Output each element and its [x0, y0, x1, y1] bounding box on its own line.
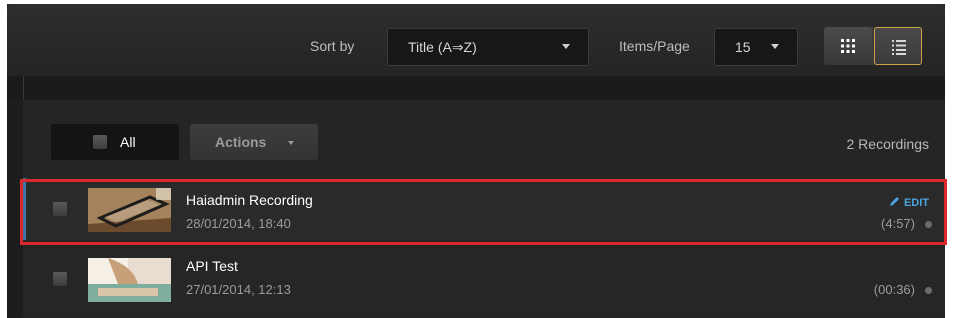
list-item[interactable]: Haiadmin Recording 28/01/2014, 18:40 EDI… [23, 178, 945, 240]
row-checkbox[interactable] [53, 272, 67, 286]
items-per-page-value: 15 [735, 39, 751, 55]
recording-date: 28/01/2014, 18:40 [186, 216, 291, 231]
view-toggle [824, 27, 922, 65]
edit-link[interactable]: EDIT [889, 196, 929, 209]
chevron-down-icon [288, 141, 294, 145]
status-dot-icon [925, 221, 932, 228]
actions-label: Actions [215, 134, 267, 150]
recordings-panel: Sort by Title (A⇒Z) Items/Page 15 All Ac… [7, 4, 945, 318]
chevron-down-icon [771, 44, 779, 49]
items-per-page-dropdown[interactable]: 15 [714, 28, 798, 66]
edit-label: EDIT [903, 197, 929, 209]
sort-dropdown-value: Title (A⇒Z) [408, 39, 477, 55]
grid-view-button[interactable] [824, 27, 872, 65]
select-all-label: All [120, 134, 136, 150]
recordings-count: 2 Recordings [846, 136, 930, 152]
actions-button[interactable]: Actions [190, 124, 318, 160]
recording-title[interactable]: API Test [186, 258, 238, 274]
select-all-checkbox[interactable] [93, 135, 107, 149]
list-view-icon [892, 40, 906, 55]
recording-thumbnail[interactable] [88, 258, 171, 302]
items-per-page-label: Items/Page [619, 38, 690, 54]
status-dot-icon [925, 287, 932, 294]
toolbar: Sort by Title (A⇒Z) Items/Page 15 [7, 4, 945, 76]
toolbar-separator [7, 76, 945, 100]
recording-date: 27/01/2014, 12:13 [186, 282, 291, 297]
sort-dropdown[interactable]: Title (A⇒Z) [387, 28, 589, 66]
recording-title[interactable]: Haiadmin Recording [186, 192, 313, 208]
recording-thumbnail[interactable] [88, 188, 171, 232]
row-checkbox[interactable] [53, 202, 67, 216]
grid-view-icon [841, 39, 855, 53]
recording-duration: (4:57) [881, 216, 915, 231]
pencil-icon [889, 197, 899, 206]
recording-duration: (00:36) [873, 282, 915, 297]
select-all-button[interactable]: All [51, 124, 179, 160]
sort-by-label: Sort by [310, 38, 355, 54]
selection-accent [23, 178, 26, 240]
divider [23, 76, 24, 100]
list-view-button[interactable] [874, 27, 922, 65]
chevron-down-icon [562, 44, 570, 49]
list-item[interactable]: API Test 27/01/2014, 12:13 (00:36) [23, 248, 945, 310]
